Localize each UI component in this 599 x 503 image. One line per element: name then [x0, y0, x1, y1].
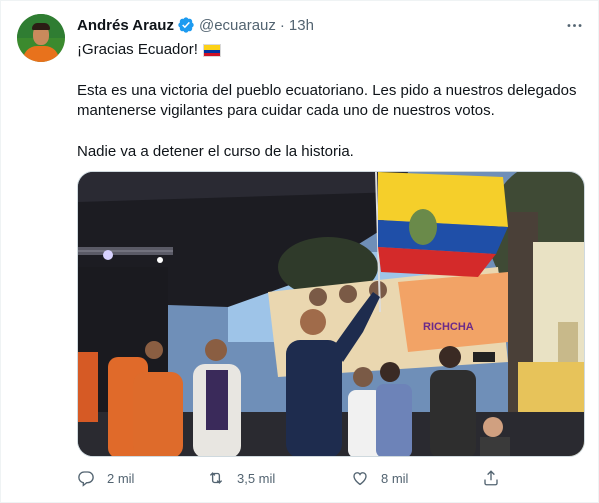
- reply-icon: [78, 471, 94, 487]
- banner-text: RICHCHA: [423, 321, 474, 333]
- author-avatar[interactable]: [17, 14, 65, 62]
- author-handle[interactable]: @ecuarauz: [199, 17, 276, 34]
- reply-count: 2 mil: [107, 470, 135, 486]
- share-button[interactable]: [482, 469, 512, 487]
- author-name[interactable]: Andrés Arauz: [77, 17, 174, 34]
- retweet-icon: [209, 472, 223, 484]
- tweet-greeting: ¡Gracias Ecuador!: [77, 41, 198, 58]
- header-separator: ·: [279, 16, 285, 34]
- retweet-button[interactable]: 3,5 mil: [207, 469, 275, 487]
- retweet-count: 3,5 mil: [237, 470, 276, 486]
- heart-icon: [353, 472, 367, 486]
- ecuador-flag-emoji: [202, 43, 221, 57]
- tweet-card[interactable]: Andrés Arauz @ecuarauz · 13h ¡Gracias Ec…: [0, 0, 599, 503]
- verified-badge-icon: [177, 16, 195, 34]
- like-button[interactable]: 8 mil: [351, 469, 408, 487]
- tweet-photo[interactable]: RICHCHA: [77, 171, 585, 457]
- like-count: 8 mil: [381, 470, 409, 486]
- tweet-header: Andrés Arauz @ecuarauz · 13h: [77, 15, 314, 35]
- tweet-text-line2: Esta es una victoria del pueblo ecuatori…: [77, 82, 577, 119]
- tweet-text-line3: Nadie va a detener el curso de la histor…: [77, 143, 354, 160]
- ellipsis-icon[interactable]: [564, 15, 584, 35]
- tweet-actions: 2 mil 3,5 mil 8 mil: [77, 465, 517, 495]
- reply-button[interactable]: 2 mil: [77, 469, 134, 487]
- tweet-text-line1: ¡Gracias Ecuador!: [77, 40, 587, 60]
- tweet-time[interactable]: 13h: [289, 17, 314, 34]
- share-icon: [484, 470, 498, 486]
